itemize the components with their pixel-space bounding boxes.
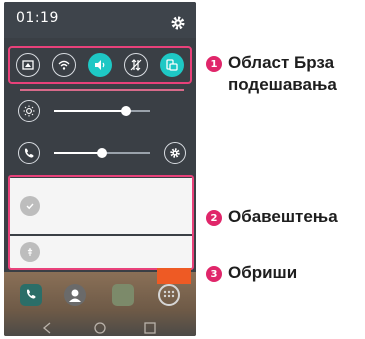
- wifi-icon[interactable]: [52, 53, 76, 77]
- apps-drawer-icon[interactable]: [158, 284, 180, 306]
- status-bar: 01:19: [4, 2, 196, 38]
- status-time: 01:19: [16, 10, 59, 26]
- volume-track: [54, 148, 150, 158]
- messages-app-icon[interactable]: [112, 284, 134, 306]
- callout-notifications: 2 Обавештења: [206, 206, 338, 228]
- brightness-slider[interactable]: [14, 96, 188, 126]
- gear-icon[interactable]: [164, 142, 186, 164]
- back-icon[interactable]: [42, 319, 52, 336]
- volume-thumb[interactable]: [97, 148, 107, 158]
- home-icon[interactable]: [94, 319, 106, 336]
- sound-icon[interactable]: [88, 53, 112, 77]
- rotation-icon[interactable]: [160, 53, 184, 77]
- volume-slider[interactable]: [14, 138, 188, 168]
- callout-badge: 1: [206, 56, 222, 72]
- quick-settings-scroll-indicator: [20, 89, 184, 91]
- recents-icon[interactable]: [144, 319, 156, 336]
- data-off-icon[interactable]: [124, 53, 148, 77]
- volume-call-icon: [18, 142, 40, 164]
- navigation-bar: [4, 314, 196, 336]
- phone-app-icon[interactable]: [20, 284, 42, 306]
- brightness-thumb[interactable]: [121, 106, 131, 116]
- callout-label: Област Брза: [228, 53, 335, 72]
- quick-settings-area: [8, 46, 192, 84]
- callout-badge: 2: [206, 210, 222, 226]
- callout-label: Обриши: [228, 263, 298, 282]
- phone-screen: 01:19: [4, 2, 196, 336]
- clear-button[interactable]: [157, 268, 191, 284]
- brightness-icon: [18, 100, 40, 122]
- callout-label: подешавања: [228, 75, 337, 94]
- brightness-fill: [54, 110, 126, 112]
- volume-fill: [54, 152, 102, 154]
- capture-icon[interactable]: [16, 53, 40, 77]
- callout-label: Обавештења: [228, 207, 338, 226]
- gear-icon[interactable]: [170, 15, 186, 31]
- callout-clear: 3 Обриши: [206, 262, 297, 284]
- callout-quick-settings: 1 Област Брза подешавања: [206, 52, 337, 96]
- notifications-highlight: [8, 175, 194, 270]
- callout-badge: 3: [206, 266, 222, 282]
- brightness-track: [54, 106, 150, 116]
- contacts-app-icon[interactable]: [64, 284, 86, 306]
